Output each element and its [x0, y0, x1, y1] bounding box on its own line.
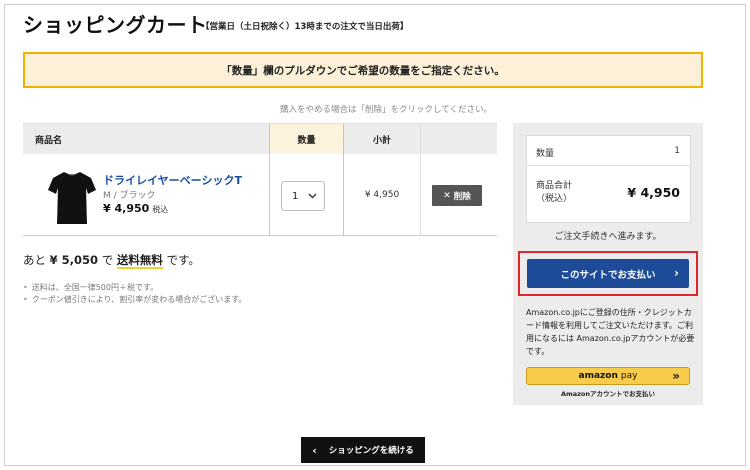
- delete-hint: 購入をやめる場合は「削除」をクリックしてください。: [280, 105, 492, 115]
- free-shipping-highlight: 送料無料: [116, 253, 163, 269]
- chevron-left-icon: ‹: [312, 443, 317, 457]
- note-item: 送料は、全国一律500円＋税です。: [23, 282, 246, 294]
- summary-qty-label: 数量: [536, 149, 555, 159]
- quantity-select[interactable]: 1: [281, 181, 325, 211]
- tax-label: 税込: [152, 205, 169, 214]
- item-subtotal: ¥ 4,950: [364, 190, 400, 200]
- continue-shopping-button[interactable]: ‹ ショッピングを続ける: [301, 437, 425, 463]
- free-shipping-mid: で: [101, 253, 114, 267]
- note-item: クーポン値引きにより、割引率が変わる場合がございます。: [23, 294, 247, 306]
- header-quantity: 数量: [297, 135, 316, 146]
- column-divider: [420, 124, 421, 236]
- free-shipping-amount: ¥ 5,050: [49, 253, 99, 267]
- summary-total-value: ¥ 4,950: [627, 185, 680, 200]
- amazon-pay-caption: Amazonアカウントでお支払い: [560, 390, 656, 398]
- quantity-notice-banner: 「数量」欄のプルダウンでご希望の数量をご指定ください。: [23, 52, 703, 88]
- page-title: ショッピングカート: [23, 13, 208, 37]
- free-shipping-prefix: あと: [23, 253, 46, 267]
- product-variant: M / ブラック: [103, 191, 156, 201]
- chevron-right-icon: ›: [674, 266, 679, 280]
- delete-button[interactable]: ✕ 削除: [432, 185, 482, 206]
- amazon-pay-button[interactable]: amazon pay »: [526, 367, 690, 385]
- close-icon: ✕: [443, 190, 451, 201]
- free-shipping-message: あと ¥ 5,050 で 送料無料 です。: [23, 252, 200, 269]
- shipping-subtitle: 【営業日（土日祝除く）13時までの注文で当日出荷】: [201, 22, 409, 32]
- chevron-down-icon: [308, 193, 317, 199]
- summary-quantity-row: 数量 1: [527, 136, 690, 166]
- total-label-line2: （税込）: [536, 194, 573, 204]
- proceed-text: ご注文手続きへ進みます。: [554, 232, 662, 242]
- product-price: ¥ 4,950 税込: [103, 202, 168, 215]
- table-header: [23, 124, 497, 154]
- amazon-pay-logo: amazon pay: [578, 371, 638, 381]
- cart-table: 商品名 数量 小計 ドライレイヤーベーシックT M / ブラック ¥ 4,950…: [23, 123, 497, 236]
- header-product: 商品名: [35, 135, 63, 146]
- double-chevron-right-icon: »: [672, 369, 680, 383]
- summary-total-label: 商品合計 （税込）: [536, 180, 572, 206]
- delete-label: 削除: [453, 191, 471, 202]
- free-shipping-suffix: です。: [166, 253, 200, 267]
- continue-label: ショッピングを続ける: [328, 446, 414, 456]
- pay-on-site-button[interactable]: このサイトでお支払い ›: [527, 259, 689, 288]
- notice-text: 「数量」欄のプルダウンでご希望の数量をご指定ください。: [221, 64, 505, 77]
- total-label-line1: 商品合計: [536, 181, 573, 191]
- header-subtotal: 小計: [372, 135, 391, 146]
- shipping-notes: 送料は、全国一律500円＋税です。 クーポン値引きにより、割引率が変わる場合がご…: [23, 282, 247, 306]
- price-value: ¥ 4,950: [103, 202, 150, 215]
- amazon-pay-description: Amazon.co.jpにご登録の住所・クレジットカード情報を利用してご注文いた…: [526, 308, 695, 356]
- order-summary-panel: 数量 1 商品合計 （税込） ¥ 4,950 ご注文手続きへ進みます。 このサイ…: [513, 123, 703, 405]
- summary-qty-value: 1: [674, 146, 680, 156]
- product-name-link[interactable]: ドライレイヤーベーシックT: [103, 172, 242, 188]
- black-tshirt-icon[interactable]: [47, 168, 97, 226]
- summary-box: 数量 1 商品合計 （税込） ¥ 4,950: [526, 135, 691, 223]
- quantity-value: 1: [292, 190, 299, 202]
- pay-button-label: このサイトでお支払い: [560, 269, 656, 281]
